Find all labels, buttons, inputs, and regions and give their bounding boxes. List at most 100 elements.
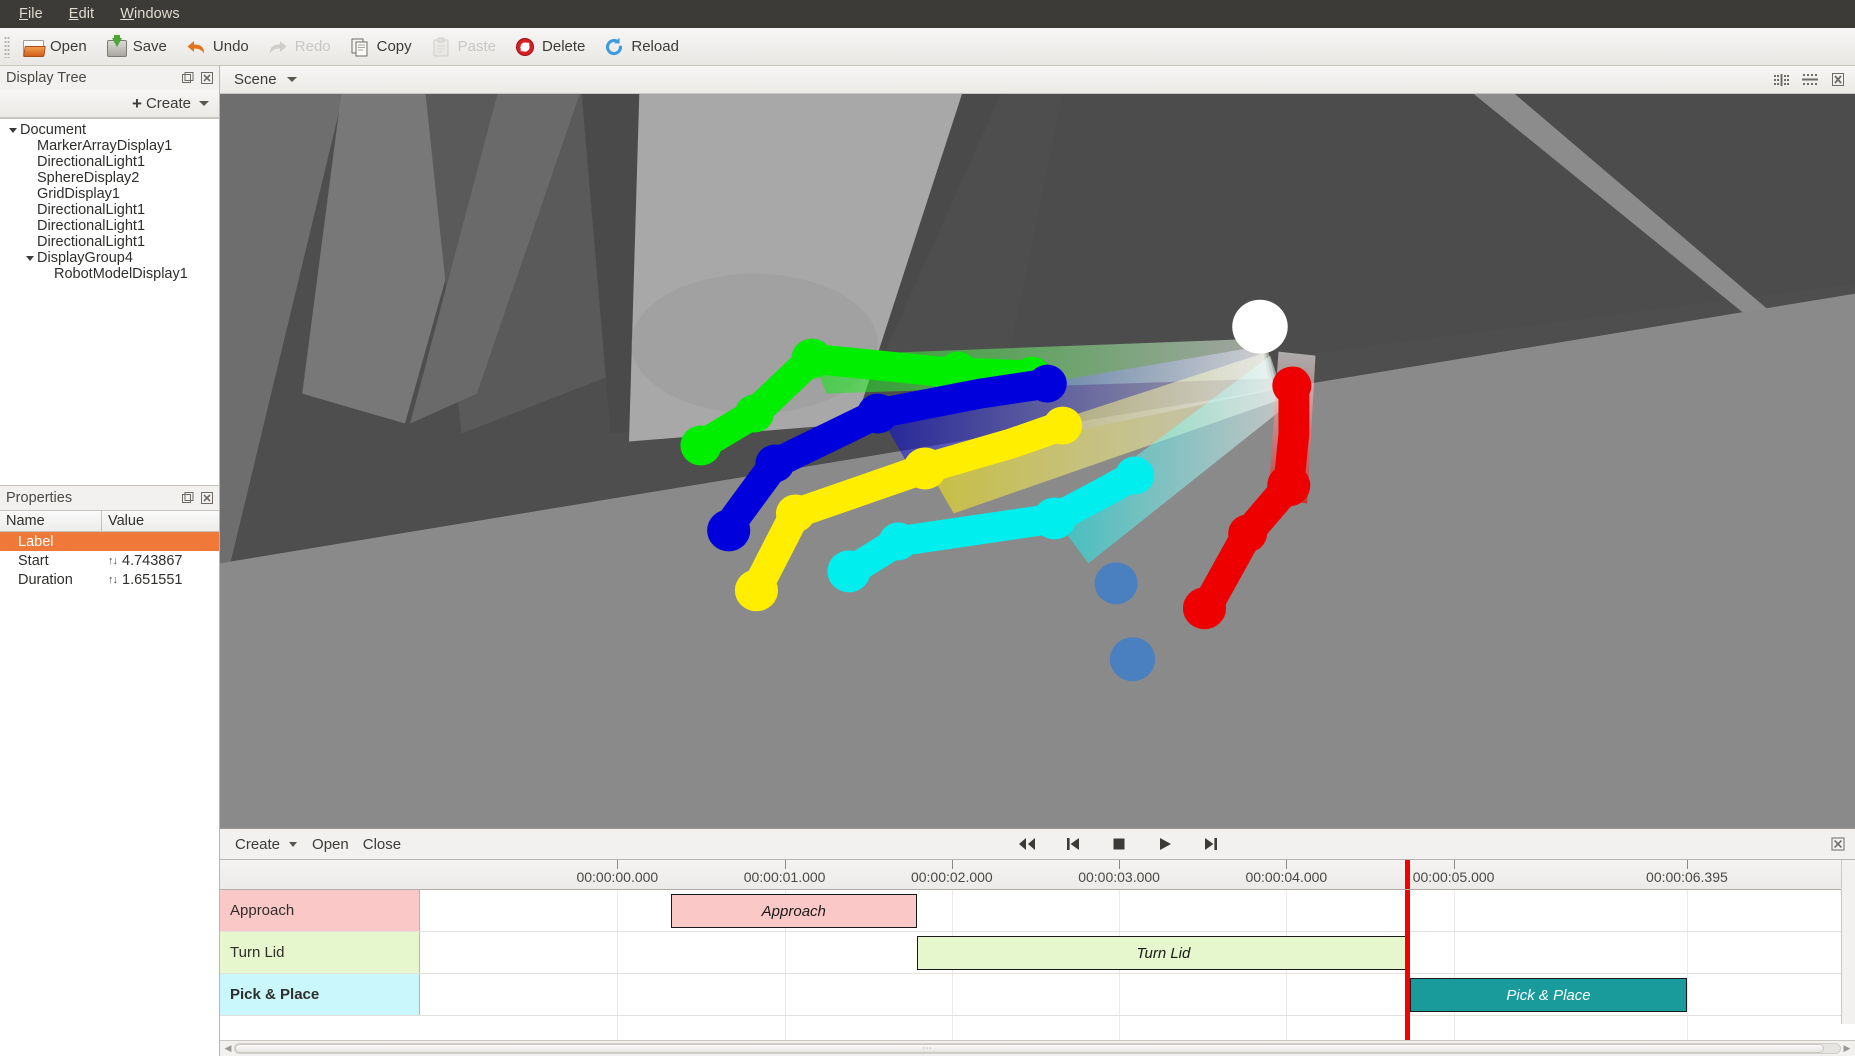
properties-table: Name Value Label Start ↑↓ 4.743867 Duration ↑… [0,510,219,1056]
timeline-grid: 00:00:00.000 00:00:01.000 00:00:02.000 00:0… [220,859,1855,1040]
menu-edit[interactable]: Edit [56,3,107,25]
property-row[interactable]: Label [0,532,219,551]
playhead[interactable] [1404,860,1410,889]
delete-button[interactable]: Delete [506,33,593,61]
tree-item[interactable]: DirectionalLight1 [0,154,219,170]
scroll-right-arrow-icon[interactable]: ▶ [1841,1043,1853,1054]
redo-button[interactable]: Redo [259,33,339,61]
column-header-value: Value [108,513,145,529]
paste-button[interactable]: Paste [422,33,504,61]
close-view-icon[interactable] [1827,70,1849,90]
tree-expand-arrow-icon[interactable] [23,255,37,261]
create-display-button[interactable]: + Create [126,93,215,114]
close-timeline-icon[interactable] [1829,835,1847,853]
tree-item-label: DirectionalLight1 [37,154,146,170]
tree-item[interactable]: DirectionalLight1 [0,218,219,234]
property-value[interactable]: ↑↓ 1.651551 [102,572,219,588]
ruler-tick-label: 00:00:02.000 [910,869,993,885]
3d-viewport[interactable] [220,94,1855,828]
playhead[interactable] [1404,890,1410,1040]
open-button[interactable]: Open [14,33,95,61]
timeline-track-row[interactable]: Approach Approach [220,890,1855,932]
ruler-tick [951,860,953,869]
close-panel-icon[interactable] [199,70,215,86]
timeline-track-row[interactable]: Turn Lid Turn Lid [220,932,1855,974]
track-header[interactable]: Turn Lid [220,932,420,973]
property-row[interactable]: Duration ↑↓ 1.651551 [0,570,219,589]
skip-to-start-button[interactable] [1063,834,1083,854]
menu-bar: FFileile Edit Windows [0,0,1855,28]
chevron-down-icon[interactable] [289,841,298,847]
float-properties-icon[interactable] [180,490,196,506]
timeline-tracks[interactable]: Approach Approach Turn Lid Turn Lid Pick & P… [220,890,1855,1040]
timeline-clip[interactable]: Pick & Place [1410,978,1687,1012]
property-name: Duration [18,571,73,588]
reload-button[interactable]: Reload [595,33,687,61]
tree-item[interactable]: SphereDisplay2 [0,170,219,186]
tree-item[interactable]: DirectionalLight1 [0,234,219,250]
split-vertical-icon[interactable] [1771,70,1793,90]
ruler-tick-label: 00:00:04.000 [1245,869,1328,885]
tree-item[interactable]: DirectionalLight1 [0,202,219,218]
ruler-tick-label: 00:00:00.000 [576,869,659,885]
property-row[interactable]: Start ↑↓ 4.743867 [0,551,219,570]
toolbar-grip[interactable] [4,35,10,58]
timeline-clip-label: Turn Lid [1136,944,1191,962]
track-header-label: Approach [230,902,295,919]
skip-to-end-button[interactable] [1201,834,1221,854]
menu-file[interactable]: FFileile [6,3,56,25]
timeline-horizontal-scrollbar[interactable]: ◀ ▶ [220,1040,1855,1056]
track-header-label: Pick & Place [230,986,320,1003]
timeline-resize-grip[interactable]: ⋯ [922,1043,933,1054]
float-panel-icon[interactable] [180,70,196,86]
save-button[interactable]: Save [97,33,175,61]
timeline-track-row[interactable]: Pick & Place Pick & Place [220,974,1855,1016]
track-header[interactable]: Pick & Place [220,974,420,1015]
tree-item[interactable]: DisplayGroup4 [0,250,219,266]
open-button-label: Open [50,38,87,55]
undo-button[interactable]: Undo [177,33,257,61]
viewport-render [220,94,1855,828]
timeline-toolbar-right [1829,835,1847,853]
timeline-clip-label: Pick & Place [1506,986,1591,1004]
display-tree-createbar: + Create [0,90,219,118]
timeline-vertical-scrollbar[interactable] [1841,860,1855,1024]
reload-button-label: Reload [631,38,679,55]
timeline-create-button[interactable]: Create [228,834,287,855]
copy-button[interactable]: Copy [341,33,420,61]
hscroll-thumb[interactable] [235,1044,1824,1053]
timeline-close-button[interactable]: Close [356,834,408,855]
reload-refresh-icon [603,36,625,58]
timeline-clip[interactable]: Approach [670,894,917,928]
plus-icon: + [132,94,142,113]
display-tree-title: Display Tree [6,70,87,86]
tree-item[interactable]: GridDisplay1 [0,186,219,202]
split-horizontal-icon[interactable] [1799,70,1821,90]
menu-windows[interactable]: Windows [107,3,193,25]
track-header[interactable]: Approach [220,890,420,931]
scroll-left-arrow-icon[interactable]: ◀ [222,1043,234,1054]
stepper-updown-icon[interactable]: ↑↓ [108,574,118,586]
tree-expand-arrow-icon[interactable] [6,127,20,133]
property-value[interactable]: ↑↓ 4.743867 [102,553,219,569]
timeline-clip[interactable]: Turn Lid [916,936,1411,970]
ruler-tick [1453,860,1455,869]
timeline-open-button[interactable]: Open [305,834,356,855]
stepper-updown-icon[interactable]: ↑↓ [108,555,118,567]
tree-item[interactable]: Document [0,122,219,138]
center-area: Scene Create Open Close 00:00:00.000 00:… [220,66,1855,1056]
transport-controls [408,834,1829,854]
ruler-tick [784,860,786,869]
close-properties-icon[interactable] [199,490,215,506]
ruler-tick [1119,860,1121,869]
display-tree[interactable]: Document MarkerArrayDisplay1 DirectionalLi… [0,118,219,486]
tree-item[interactable]: RobotModelDisplay1 [0,266,219,282]
hscroll-track[interactable] [234,1043,1841,1054]
stop-button[interactable] [1109,834,1129,854]
tree-item[interactable]: MarkerArrayDisplay1 [0,138,219,154]
play-button[interactable] [1155,834,1175,854]
tab-scene[interactable]: Scene [226,69,305,90]
timeline-ruler[interactable]: 00:00:00.000 00:00:01.000 00:00:02.000 00:0… [220,860,1855,890]
rewind-button[interactable] [1017,834,1037,854]
undo-button-label: Undo [212,38,249,55]
